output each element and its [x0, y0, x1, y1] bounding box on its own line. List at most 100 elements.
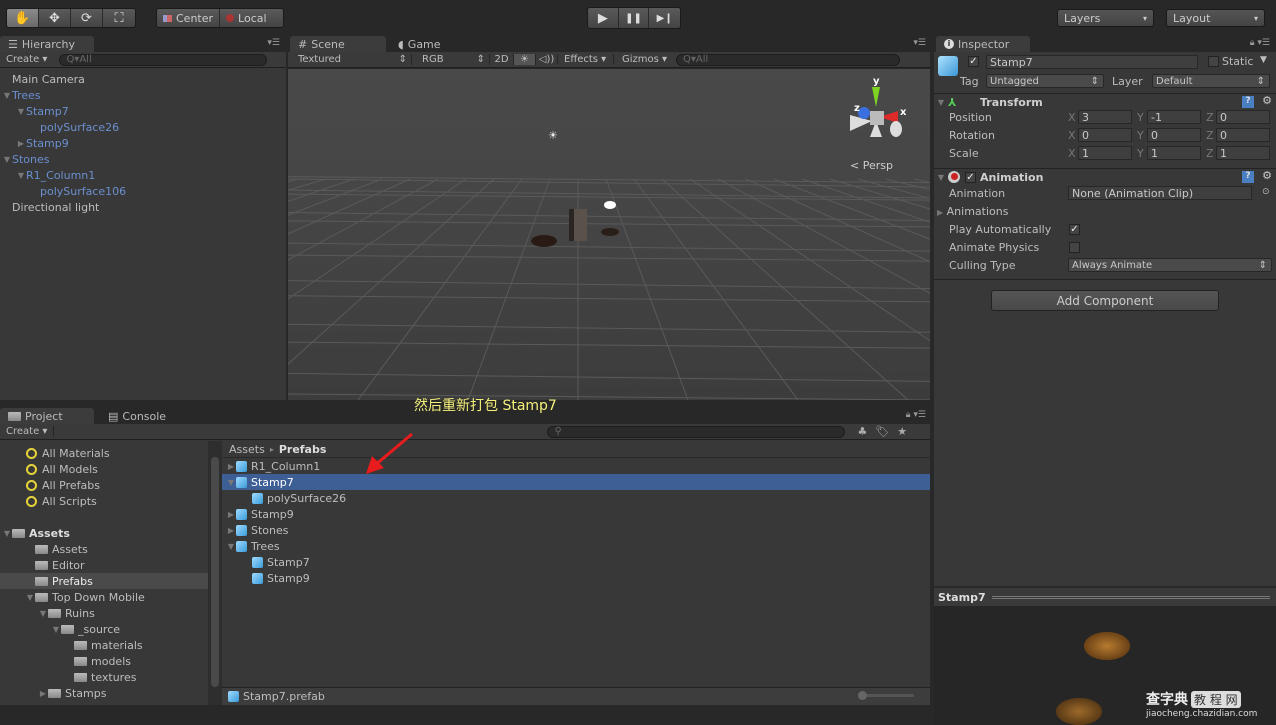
transform-rotation-y-input[interactable]: 0 [1147, 128, 1201, 142]
hierarchy-item[interactable]: polySurface106 [0, 183, 286, 199]
hierarchy-item[interactable]: ▼ R1_Column1 [0, 167, 286, 183]
transform-scale-x-input[interactable]: 1 [1078, 146, 1132, 160]
favorite-item[interactable]: All Models [0, 461, 208, 477]
projection-toggle[interactable]: < Persp [850, 159, 893, 172]
asset-item[interactable]: ▶ Stamp9 [222, 506, 930, 522]
transform-position-y-input[interactable]: -1 [1147, 110, 1201, 124]
2d-toggle[interactable]: 2D [490, 54, 514, 65]
hierarchy-item[interactable]: ▼ Stamp7 [0, 103, 286, 119]
play-button[interactable]: ▶ [588, 8, 619, 28]
object-name-input[interactable]: Stamp7 [986, 55, 1198, 69]
add-component-button[interactable]: Add Component [991, 290, 1219, 311]
folder-item[interactable]: models [0, 653, 208, 669]
tab-scene[interactable]: # Scene [290, 36, 386, 52]
animation-clip-field[interactable]: None (Animation Clip) [1068, 186, 1252, 200]
asset-item[interactable]: ▼ Stamp7 [222, 474, 930, 490]
folder-item[interactable]: ▶ Stamps [0, 685, 208, 701]
pivot-local-button[interactable]: Local [220, 9, 273, 27]
layers-dropdown[interactable]: Layers ▾ [1057, 9, 1154, 27]
scale-tool-button[interactable]: ⛶ [103, 9, 135, 27]
transform-scale-y-input[interactable]: 1 [1147, 146, 1201, 160]
expand-arrow-icon[interactable]: ▶ [226, 526, 236, 535]
panel-menu-icon[interactable]: ▾☰ [913, 38, 926, 48]
lock-icon[interactable]: 🔒︎ ▾☰ [1250, 38, 1270, 48]
scrollbar-thumb[interactable] [211, 457, 219, 687]
filter-by-type-icon[interactable]: ♣ [857, 425, 867, 438]
tab-game[interactable]: ◖ Game [390, 36, 449, 52]
transform-position-z-input[interactable]: 0 [1216, 110, 1270, 124]
icon-size-slider[interactable] [858, 691, 914, 700]
static-checkbox[interactable] [1208, 56, 1219, 67]
animations-foldout[interactable]: ▶ Animations [937, 205, 1008, 218]
expand-arrow-icon[interactable]: ▼ [51, 625, 61, 634]
transform-scale-z-input[interactable]: 1 [1216, 146, 1270, 160]
tab-hierarchy[interactable]: ☰ Hierarchy [0, 36, 94, 52]
asset-item[interactable]: Stamp7 [222, 554, 930, 570]
folder-item[interactable]: ▼ _source [0, 621, 208, 637]
transform-header[interactable]: ▼ ⅄ Transform ? ⚙ [934, 94, 1276, 110]
asset-item[interactable]: ▼ Trees [222, 538, 930, 554]
expand-arrow-icon[interactable]: ▼ [226, 542, 236, 551]
folder-item[interactable]: Editor [0, 557, 208, 573]
gear-icon[interactable]: ⚙ [1262, 169, 1272, 182]
pivot-center-button[interactable]: Center [157, 9, 221, 27]
asset-item[interactable]: ▶ R1_Column1 [222, 458, 930, 474]
help-icon[interactable]: ? [1242, 171, 1254, 183]
object-picker-icon[interactable]: ⊙ [1262, 187, 1270, 197]
preview-drag-handle[interactable] [991, 595, 1270, 599]
tag-dropdown[interactable]: Untagged ⇕ [986, 74, 1104, 88]
hand-tool-button[interactable]: ✋ [7, 9, 39, 27]
folder-item[interactable]: Prefabs [0, 573, 208, 589]
tab-console[interactable]: ▤ Console [100, 408, 174, 424]
expand-arrow-icon[interactable]: ▼ [38, 609, 48, 618]
hierarchy-item[interactable]: ▼ Stones [0, 151, 286, 167]
hierarchy-item[interactable]: ▶ Stamp9 [0, 135, 286, 151]
hierarchy-search-input[interactable]: Q▾All [59, 53, 268, 66]
transform-rotation-z-input[interactable]: 0 [1216, 128, 1270, 142]
breadcrumb-prefabs[interactable]: Prefabs [279, 443, 327, 456]
asset-item[interactable]: Stamp9 [222, 570, 930, 586]
filter-by-label-icon[interactable]: 🏷︎ [875, 425, 889, 438]
expand-arrow-icon[interactable]: ▼ [16, 171, 26, 180]
folder-item[interactable]: materials [0, 637, 208, 653]
animation-enabled-checkbox[interactable]: ✓ [965, 171, 976, 183]
hierarchy-item[interactable]: polySurface26 [0, 119, 286, 135]
lighting-toggle[interactable]: ☀ [514, 54, 536, 65]
active-checkbox[interactable]: ✓ [968, 56, 979, 67]
panel-menu-icon[interactable]: ▾☰ [267, 38, 280, 48]
breadcrumb-assets[interactable]: Assets [229, 443, 265, 456]
expand-arrow-icon[interactable]: ▼ [16, 107, 26, 116]
hierarchy-item[interactable]: Main Camera [0, 71, 286, 87]
favorite-item[interactable]: All Materials [0, 445, 208, 461]
favorite-star-icon[interactable]: ★ [897, 425, 907, 438]
project-search-input[interactable]: ⚲ [547, 425, 846, 438]
expand-arrow-icon[interactable]: ▼ [2, 155, 12, 164]
pause-button[interactable]: ❚❚ [619, 8, 650, 28]
scene-viewport[interactable]: ☀ y x z < Persp [288, 69, 930, 400]
layout-dropdown[interactable]: Layout ▾ [1166, 9, 1265, 27]
asset-item[interactable]: polySurface26 [222, 490, 930, 506]
expand-arrow-icon[interactable]: ▼ [25, 593, 35, 602]
create-dropdown[interactable]: Create ▾ [0, 426, 55, 437]
static-dropdown-icon[interactable]: ▼ [1260, 55, 1267, 65]
step-button[interactable]: ▶❙ [649, 8, 680, 28]
favorite-item[interactable]: All Prefabs [0, 477, 208, 493]
rotate-tool-button[interactable]: ⟳ [71, 9, 103, 27]
animation-header[interactable]: ▼ ✓ Animation ? ⚙ [934, 169, 1276, 185]
create-dropdown[interactable]: Create ▾ [0, 54, 53, 65]
lock-icon[interactable]: 🔒︎ ▾☰ [906, 410, 926, 420]
expand-arrow-icon[interactable]: ▶ [38, 689, 48, 698]
move-tool-button[interactable]: ✥ [39, 9, 71, 27]
folder-item[interactable]: Assets [0, 541, 208, 557]
animate-physics-checkbox[interactable] [1069, 242, 1080, 253]
play-automatically-checkbox[interactable]: ✓ [1069, 224, 1080, 235]
expand-arrow-icon[interactable]: ▼ [226, 478, 236, 487]
favorite-item[interactable]: All Scripts [0, 493, 208, 509]
folder-item[interactable]: ▼ Ruins [0, 605, 208, 621]
effects-dropdown[interactable]: Effects ▾ [558, 54, 614, 65]
transform-position-x-input[interactable]: 3 [1078, 110, 1132, 124]
scene-search-input[interactable]: Q▾All [676, 53, 900, 66]
asset-item[interactable]: ▶ Stones [222, 522, 930, 538]
hierarchy-item[interactable]: ▼ Trees [0, 87, 286, 103]
folder-item[interactable]: ▼ Assets [0, 525, 208, 541]
